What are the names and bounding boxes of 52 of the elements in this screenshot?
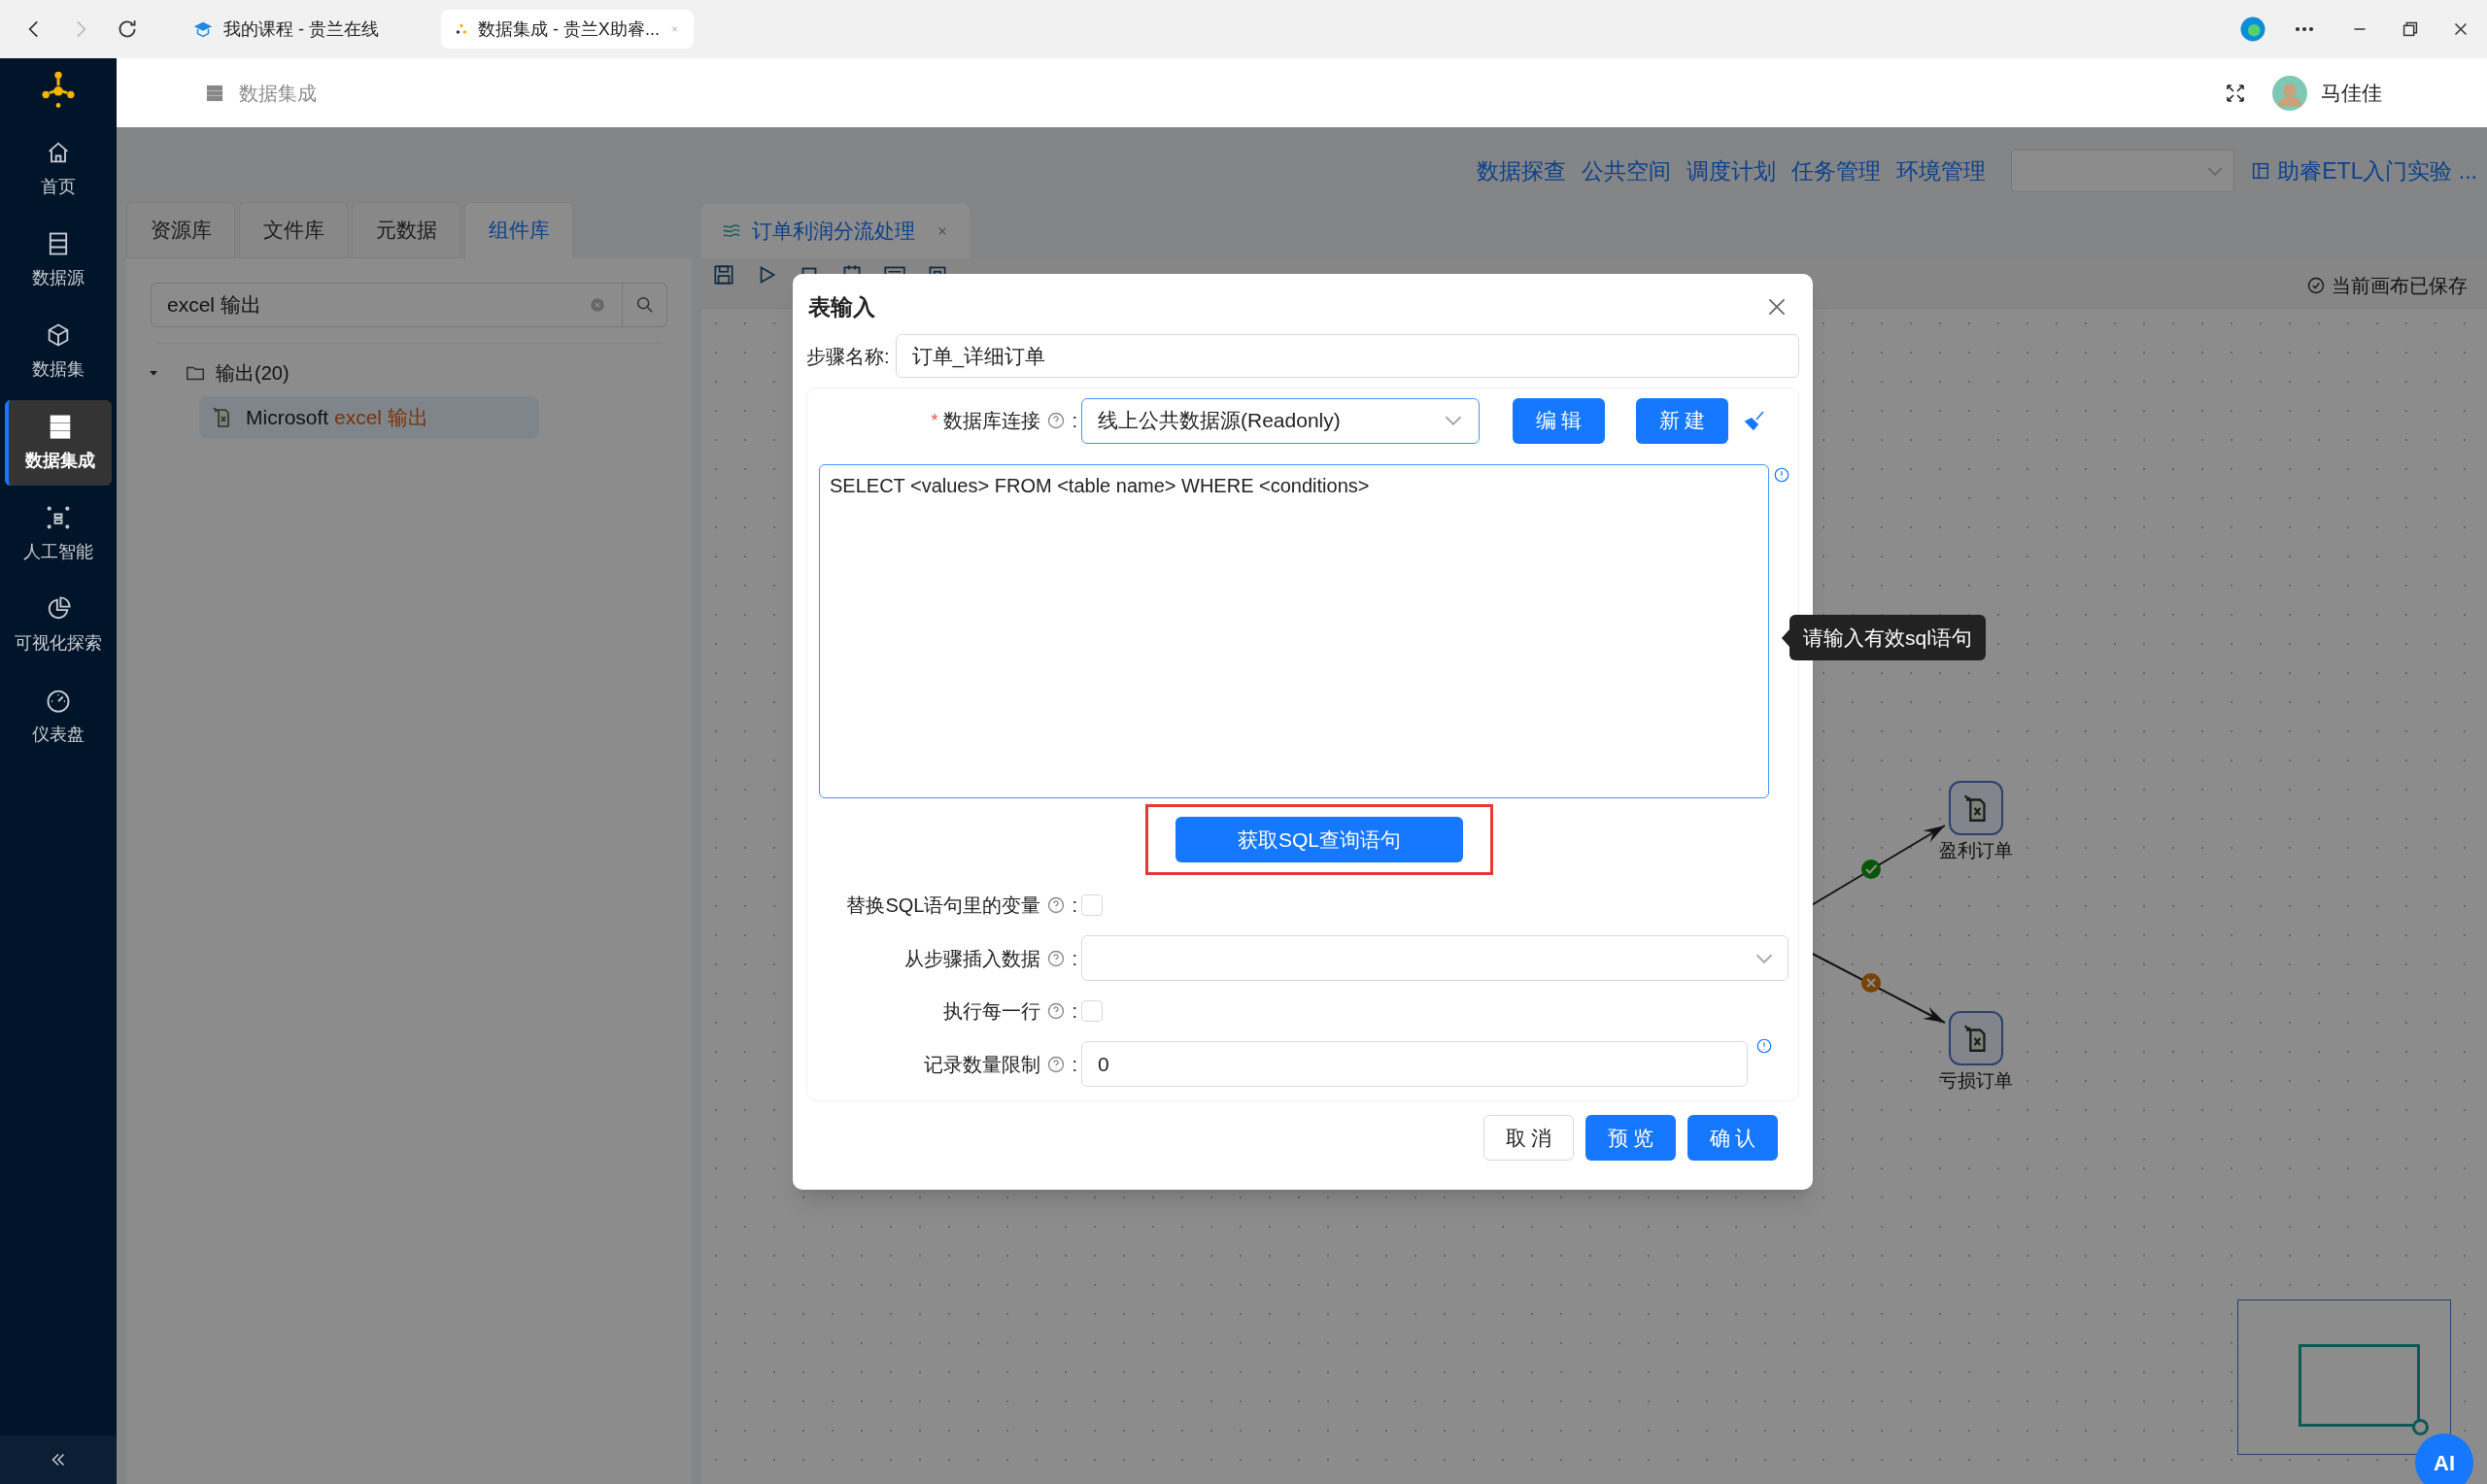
sidebar-item[interactable]: 可视化探索 [5, 583, 112, 668]
input-field[interactable]: 0 [1081, 1041, 1748, 1087]
project-name[interactable]: 助睿ETL入门实验 ... [2277, 153, 2477, 188]
colon: : [1072, 409, 1077, 433]
field-label: 记录数量限制 [924, 1052, 1041, 1077]
dialog-button[interactable]: 取 消 [1483, 1115, 1574, 1161]
nav-link[interactable]: 数据探查 [1477, 153, 1567, 188]
field-label: 步骤名称: [806, 344, 890, 369]
search-field[interactable]: excel 输出 [151, 283, 623, 327]
node-label: 盈利订单 [1939, 839, 2013, 862]
node-label: 亏损订单 [1939, 1069, 2013, 1093]
sidebar-item[interactable]: 数据集成 [5, 400, 112, 486]
select-field[interactable]: 线上公共数据源(Readonly) [1081, 397, 1480, 444]
dialog-button[interactable]: 确 认 [1687, 1115, 1778, 1161]
input-field[interactable]: 订单_详细订单 [895, 334, 1799, 378]
tree-item[interactable]: Microsoft excel 输出 [199, 396, 539, 439]
save-status: 当前画布已保存 [2332, 273, 2468, 298]
colon: : [1072, 946, 1077, 971]
browser-tab[interactable]: 数据集成 - 贵兰X助睿... [441, 10, 694, 49]
nav-link[interactable]: 环境管理 [1896, 153, 1987, 188]
action-button[interactable]: 新 建 [1636, 397, 1728, 444]
dialog-title: 表输入 [807, 292, 875, 321]
tree-item[interactable]: 输出(20) [216, 358, 290, 388]
nav-link[interactable]: 任务管理 [1791, 153, 1882, 188]
sidebar-item[interactable]: 数据集 [5, 309, 112, 394]
get-sql-button[interactable]: 获取SQL查询语句 [1175, 817, 1463, 862]
action-button[interactable]: 编 辑 [1513, 397, 1605, 444]
user-name[interactable]: 马佳佳 [2321, 77, 2382, 109]
sql-editor[interactable]: SELECT <values> FROM <table name> WHERE <conditions> [819, 464, 1769, 798]
nav-link[interactable]: 调度计划 [1686, 153, 1777, 188]
panel-tab[interactable]: 文件库 [239, 202, 348, 258]
field-label: 从步骤插入数据 [904, 946, 1041, 971]
colon: : [1072, 1052, 1077, 1077]
tooltip: 请输入有效sql语句 [1789, 615, 1986, 660]
canvas-tab[interactable]: 订单利润分流处理 [701, 204, 970, 258]
panel-tab[interactable]: 组件库 [464, 202, 573, 258]
dialog-button[interactable]: 预 览 [1585, 1115, 1676, 1161]
browser-tab[interactable]: 我的课程 - 贵兰在线 [179, 10, 412, 49]
field-label: 数据库连接 [943, 409, 1041, 433]
sidebar-item[interactable]: 首页 [5, 126, 112, 212]
panel-tab[interactable]: 资源库 [126, 202, 235, 258]
sidebar-item[interactable]: 人工智能 [5, 491, 112, 577]
nav-link[interactable]: 公共空间 [1582, 153, 1672, 188]
breadcrumb-title: 数据集成 [239, 81, 317, 106]
required-mark: * [931, 409, 938, 432]
panel-tab[interactable]: 元数据 [352, 202, 460, 258]
sidebar-item[interactable]: 数据源 [5, 218, 112, 303]
colon: : [1072, 894, 1077, 918]
sidebar-item[interactable]: 仪表盘 [5, 674, 112, 759]
field-label: 替换SQL语句里的变量 [846, 894, 1041, 918]
colon: : [1072, 999, 1077, 1024]
field-label: 执行每一行 [943, 999, 1041, 1024]
